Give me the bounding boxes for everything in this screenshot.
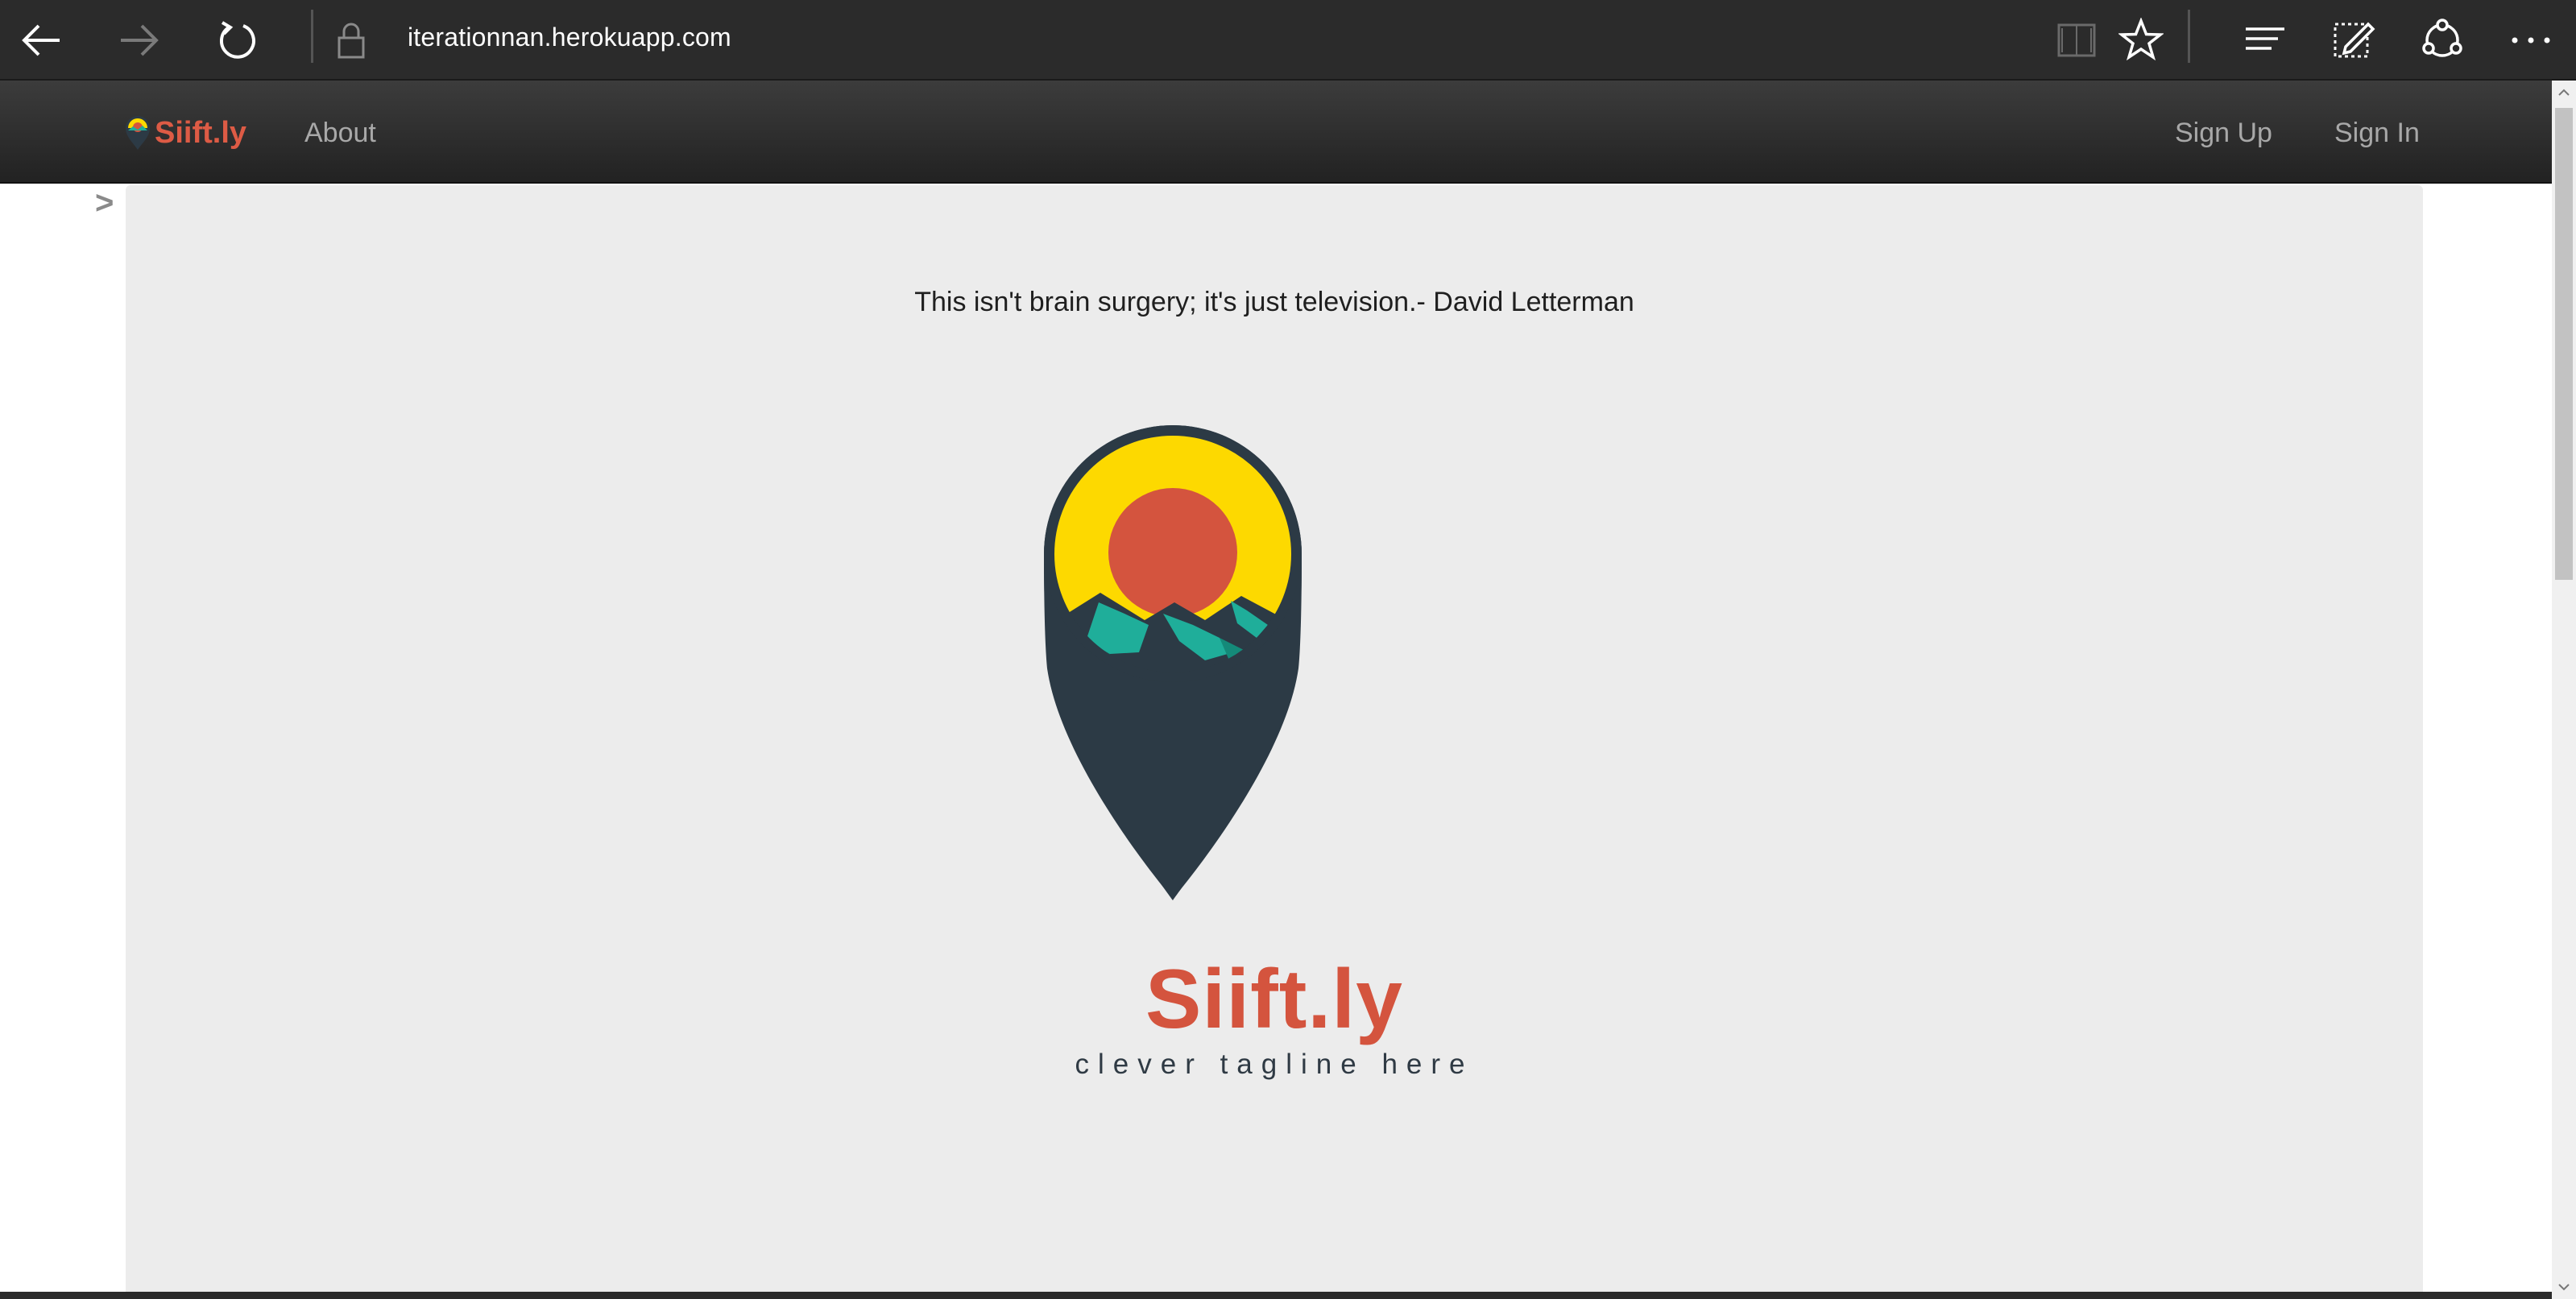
window-bottom-edge (0, 1292, 2552, 1299)
brand-name: Siift.ly (155, 115, 247, 150)
back-button[interactable] (10, 8, 74, 72)
nav-sign-in-link[interactable]: Sign In (2334, 113, 2420, 153)
book-icon (2057, 23, 2096, 57)
ellipsis-icon (2512, 37, 2550, 43)
forward-button[interactable] (106, 8, 171, 72)
web-note-button[interactable] (2321, 8, 2386, 72)
sidebar-toggle[interactable]: > (95, 184, 114, 222)
logo-tagline: clever tagline here (1075, 1049, 1474, 1080)
siiftly-logo-pin (963, 354, 1382, 934)
share-button[interactable] (2410, 8, 2475, 72)
chevron-down-icon (2558, 1284, 2570, 1291)
pin-logo-icon (126, 116, 150, 150)
toolbar-divider-2 (2188, 10, 2190, 63)
scroll-down-button[interactable] (2552, 1275, 2576, 1299)
forward-arrow-icon (121, 24, 159, 56)
logo-brand-text: Siift.ly (1145, 953, 1404, 1046)
back-arrow-icon (22, 24, 60, 56)
nav-sign-up-link[interactable]: Sign Up (2175, 113, 2272, 153)
favorite-button[interactable] (2109, 8, 2173, 72)
more-button[interactable] (2499, 8, 2563, 72)
star-icon (2118, 18, 2164, 61)
brand-link[interactable]: Siift.ly (124, 111, 246, 155)
pen-note-icon (2334, 22, 2375, 58)
lock-icon (338, 23, 365, 59)
refresh-button[interactable] (203, 8, 267, 72)
scroll-thumb[interactable] (2555, 108, 2573, 580)
map-pin-logo-icon (1044, 425, 1302, 900)
hub-button[interactable] (2233, 8, 2297, 72)
page-scrollbar[interactable] (2552, 81, 2576, 1299)
reading-view-button[interactable] (2044, 8, 2109, 72)
share-icon (2422, 19, 2462, 57)
site-navbar: Siift.ly About Sign Up Sign In (0, 81, 2552, 184)
hub-lines-icon (2246, 27, 2284, 50)
lock-button[interactable] (319, 8, 383, 72)
browser-toolbar: iterationnan.herokuapp.com (0, 0, 2576, 81)
toolbar-divider (311, 10, 313, 63)
refresh-icon (220, 21, 255, 59)
chevron-up-icon (2558, 89, 2570, 96)
address-bar[interactable]: iterationnan.herokuapp.com (408, 19, 731, 55)
quote-text: This isn't brain surgery; it's just tele… (914, 287, 1634, 317)
scroll-up-button[interactable] (2552, 81, 2576, 105)
nav-about-link[interactable]: About (304, 113, 376, 153)
